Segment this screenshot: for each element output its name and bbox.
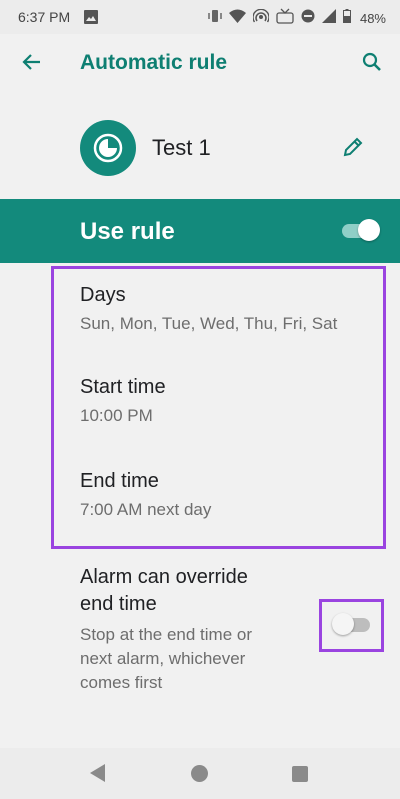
wifi-icon [228,9,246,28]
start-time-value: 10:00 PM [80,406,153,425]
days-title: Days [80,284,126,306]
nav-home-icon[interactable] [191,765,208,782]
signal-icon [321,9,336,28]
app-bar: Automatic rule [0,34,400,90]
alarm-override-summary: Stop at the end time or next alarm, whic… [80,623,310,695]
alarm-override-title: Alarm can override end time [80,564,310,618]
nav-recents-icon[interactable] [292,766,308,782]
pencil-icon[interactable] [341,135,365,159]
page-title: Automatic rule [80,51,228,74]
alarm-override-summary-line3: comes first [80,673,163,692]
use-rule-label: Use rule [80,218,175,245]
volte-icon [276,8,294,29]
clock-icon [80,120,136,176]
battery-icon [342,9,351,28]
dnd-icon [301,9,315,28]
search-icon[interactable] [360,50,384,74]
arrow-left-icon[interactable] [20,50,44,74]
battery-percent: 48% [359,11,386,26]
days-setting[interactable]: Days Sun, Mon, Tue, Wed, Thu, Fri, Sat [80,284,337,334]
alarm-override-toggle[interactable] [332,613,372,637]
alarm-override-summary-line2: next alarm, whichever [80,649,246,668]
alarm-override-setting[interactable]: Alarm can override end time Stop at the … [80,564,310,695]
vibrate-icon [208,9,222,28]
navigation-bar [0,748,400,799]
status-icons: 48% [208,8,386,29]
days-value: Sun, Mon, Tue, Wed, Thu, Fri, Sat [80,314,338,333]
start-time-setting[interactable]: Start time 10:00 PM [80,376,166,426]
use-rule-toggle[interactable] [340,219,380,243]
end-time-value: 7:00 AM next day [80,500,212,519]
toggle-thumb [332,613,354,635]
alarm-override-summary-line1: Stop at the end time or [80,625,252,644]
hotspot-icon [252,8,270,28]
alarm-override-title-line2: end time [80,593,157,615]
image-icon [84,10,98,29]
use-rule-bar[interactable]: Use rule [0,199,400,263]
end-time-title: End time [80,470,159,492]
status-bar: 6:37 PM 48% [0,0,400,34]
rule-name: Test 1 [152,135,211,160]
end-time-setting[interactable]: End time 7:00 AM next day [80,470,211,520]
status-time: 6:37 PM [18,9,71,25]
start-time-title: Start time [80,376,166,398]
alarm-override-title-line1: Alarm can override [80,566,248,588]
toggle-thumb [358,219,380,241]
nav-back-icon[interactable] [90,764,106,787]
